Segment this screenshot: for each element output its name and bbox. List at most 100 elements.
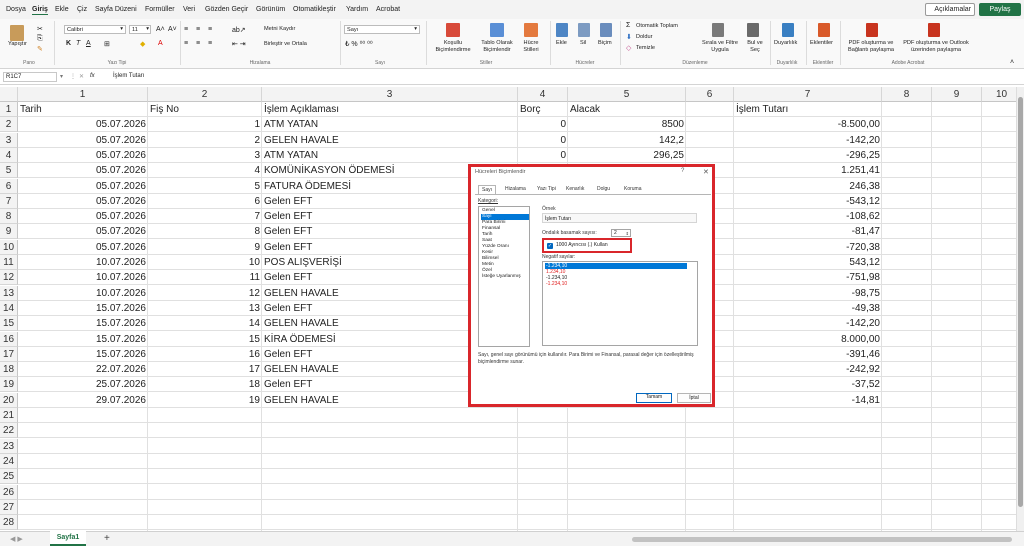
column-header[interactable]: 7 [734, 87, 882, 102]
cell-fis[interactable]: 2 [148, 133, 262, 148]
cell-tarih[interactable]: 15.07.2026 [18, 316, 148, 331]
row-header[interactable]: 7 [0, 193, 18, 209]
autosum-button[interactable]: Otomatik Toplam [636, 23, 678, 29]
cell-borc[interactable]: 0 [518, 117, 568, 132]
name-box[interactable]: R1C7 [3, 72, 57, 82]
column-header[interactable]: 4 [518, 87, 568, 102]
cell-tutar[interactable]: -751,98 [734, 270, 882, 285]
wrap-text-button[interactable]: Metni Kaydır [264, 26, 295, 32]
column-header[interactable]: 2 [148, 87, 262, 102]
row-header[interactable]: 20 [0, 392, 18, 408]
category-list[interactable]: Genel Sayı Para Birimi Finansal Tarih Saat Yüz… [478, 206, 530, 347]
number-format-select[interactable]: Sayı ▾ [344, 25, 420, 34]
row-header[interactable]: 2 [0, 117, 18, 133]
cell-tutar[interactable]: -98,75 [734, 286, 882, 301]
cell-alacak[interactable]: 296,25 [568, 148, 686, 163]
cell-fis[interactable]: 1 [148, 117, 262, 132]
align-right-icon[interactable]: ≡ [208, 40, 212, 47]
row-header[interactable]: 21 [0, 408, 18, 423]
cell-fis[interactable]: 10 [148, 255, 262, 270]
cell-tutar[interactable]: 8.000,00 [734, 332, 882, 347]
header-aciklama[interactable]: İşlem Açıklaması [262, 102, 518, 117]
cell-aciklama[interactable]: ATM YATAN [262, 117, 518, 132]
add-sheet-button[interactable]: + [104, 533, 110, 544]
cell-tutar[interactable]: -296,25 [734, 148, 882, 163]
cell-tarih[interactable]: 05.07.2026 [18, 179, 148, 194]
pdf-link-button[interactable]: PDF oluşturma ve Bağlantı paylaşma [842, 40, 900, 53]
addins-button[interactable]: Eklentiler [810, 40, 833, 46]
ok-button[interactable]: Tamam [636, 393, 672, 403]
category-item[interactable]: İsteğe Uyarlanmış [481, 274, 529, 280]
increase-font-icon[interactable]: A˄ [156, 26, 165, 33]
menu-item-8[interactable]: Görünüm [256, 6, 285, 13]
cell-fis[interactable]: 14 [148, 316, 262, 331]
cell-aciklama[interactable]: GELEN HAVALE [262, 133, 518, 148]
row-header[interactable]: 25 [0, 469, 18, 485]
horizontal-scrollbar[interactable] [632, 537, 1012, 542]
column-header[interactable]: 5 [568, 87, 686, 102]
menu-item-2[interactable]: Ekle [55, 6, 69, 13]
menu-item-11[interactable]: Acrobat [376, 6, 400, 13]
row-header[interactable]: 27 [0, 499, 18, 515]
decrease-font-icon[interactable]: A˅ [168, 26, 177, 33]
row-header[interactable]: 28 [0, 515, 18, 531]
cell-tarih[interactable]: 05.07.2026 [18, 224, 148, 239]
copy-icon[interactable]: ⎘ [37, 35, 43, 43]
formula-options-icon[interactable]: ⋮ [70, 73, 76, 80]
align-top-icon[interactable]: ≡ [184, 26, 188, 33]
orientation-icon[interactable]: ab↗ [232, 26, 246, 34]
indent-icon[interactable]: ⇤ ⇥ [232, 40, 246, 48]
fill-button[interactable]: Doldur [636, 34, 652, 40]
cell-tutar[interactable]: -81,47 [734, 224, 882, 239]
select-all-corner[interactable] [0, 87, 18, 102]
row-header[interactable]: 22 [0, 423, 18, 439]
collapse-ribbon-icon[interactable]: ˄ [1010, 59, 1014, 66]
sheet-tab-sayfa1[interactable]: Sayfa1 [50, 531, 86, 546]
cut-icon[interactable]: ✂ [37, 25, 43, 33]
cell-tarih[interactable]: 15.07.2026 [18, 301, 148, 316]
dialog-tab-1[interactable]: Hizalama [502, 185, 529, 194]
cell-alacak[interactable]: 8500 [568, 117, 686, 132]
dialog-tab-4[interactable]: Dolgu [594, 185, 613, 194]
column-header[interactable]: 3 [262, 87, 518, 102]
chevron-down-icon[interactable]: ▾ [60, 73, 63, 80]
share-button[interactable]: Paylaş [979, 3, 1021, 16]
menu-item-7[interactable]: Gözden Geçir [205, 6, 248, 13]
cell-tutar[interactable]: -391,46 [734, 347, 882, 362]
menu-item-6[interactable]: Veri [183, 6, 195, 13]
thousands-separator-label[interactable]: 1000 Ayırıcısı (.) Kullan [556, 242, 608, 248]
dialog-tab-2[interactable]: Yazı Tipi [534, 185, 559, 194]
insert-cells-button[interactable]: Ekle [556, 40, 567, 46]
row-header[interactable]: 23 [0, 438, 18, 454]
row-header[interactable]: 5 [0, 163, 18, 179]
conditional-format-button[interactable]: Koşullu Biçimlendirme [430, 40, 476, 53]
delete-cells-button[interactable]: Sil [580, 40, 586, 46]
cell-tarih[interactable]: 05.07.2026 [18, 209, 148, 224]
column-header[interactable]: 6 [686, 87, 734, 102]
row-header[interactable]: 24 [0, 453, 18, 469]
comments-button[interactable]: Açıklamalar [925, 3, 975, 16]
cell-tutar[interactable]: -720,38 [734, 240, 882, 255]
row-header[interactable]: 16 [0, 331, 18, 347]
font-name-select[interactable]: Calibri ▾ [64, 25, 126, 34]
cell-fis[interactable]: 4 [148, 163, 262, 178]
row-header[interactable]: 13 [0, 285, 18, 301]
row-header[interactable]: 14 [0, 300, 18, 316]
row-header[interactable]: 4 [0, 147, 18, 163]
cell-fis[interactable]: 19 [148, 393, 262, 408]
menu-item-0[interactable]: Dosya [6, 6, 26, 13]
cell-tarih[interactable]: 05.07.2026 [18, 133, 148, 148]
header-borc[interactable]: Borç [518, 102, 568, 117]
cell-styles-button[interactable]: Hücre Stilleri [518, 40, 544, 53]
cell-tarih[interactable]: 15.07.2026 [18, 332, 148, 347]
row-header[interactable]: 8 [0, 209, 18, 225]
cell-tutar[interactable]: -242,92 [734, 362, 882, 377]
cell-tarih[interactable]: 05.07.2026 [18, 240, 148, 255]
cell-tutar[interactable]: -37,52 [734, 377, 882, 392]
vertical-scrollbar[interactable] [1016, 87, 1024, 531]
menu-item-10[interactable]: Yardım [346, 6, 368, 13]
cell-fis[interactable]: 9 [148, 240, 262, 255]
cell-fis[interactable]: 11 [148, 270, 262, 285]
sensitivity-button[interactable]: Duyarlılık [774, 40, 797, 46]
scroll-thumb[interactable] [1018, 97, 1023, 507]
